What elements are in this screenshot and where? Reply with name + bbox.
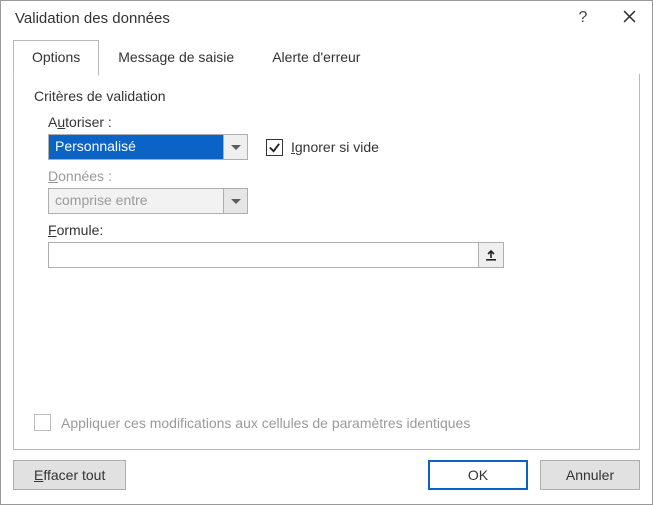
data-dropdown-value: comprise entre xyxy=(49,189,223,213)
chevron-down-icon xyxy=(231,145,241,150)
dialog-title: Validation des données xyxy=(15,10,560,27)
allow-dropdown[interactable]: Personnalisé xyxy=(48,134,248,160)
data-dropdown-arrow xyxy=(223,189,247,213)
tab-panel-options: Critères de validation Autoriser : Perso… xyxy=(13,74,640,450)
data-validation-dialog: Validation des données ? Options Message… xyxy=(0,0,653,505)
apply-same-label: Appliquer ces modifications aux cellules… xyxy=(61,415,470,431)
check-icon xyxy=(268,141,281,154)
allow-dropdown-value: Personnalisé xyxy=(49,135,223,159)
allow-dropdown-arrow[interactable] xyxy=(223,135,247,159)
close-button[interactable] xyxy=(606,10,652,27)
tab-error-alert[interactable]: Alerte d'erreur xyxy=(253,40,379,76)
ignore-blank-label: Ignorer si vide xyxy=(291,139,379,155)
ignore-blank-checkbox[interactable]: Ignorer si vide xyxy=(266,139,379,156)
data-label: Données : xyxy=(48,168,619,184)
formula-input[interactable] xyxy=(48,242,479,268)
checkbox-box xyxy=(34,414,51,431)
tab-strip: Options Message de saisie Alerte d'erreu… xyxy=(1,39,652,75)
formula-label: Formule: xyxy=(48,222,619,238)
tab-input-message[interactable]: Message de saisie xyxy=(99,40,253,76)
dialog-footer: Effacer tout OK Annuler xyxy=(1,450,652,504)
close-icon xyxy=(623,10,636,23)
range-selector-button[interactable] xyxy=(478,242,504,268)
checkbox-box xyxy=(266,139,283,156)
tab-options[interactable]: Options xyxy=(13,40,99,76)
clear-all-button[interactable]: Effacer tout xyxy=(13,460,126,490)
section-title-criteria: Critères de validation xyxy=(34,88,619,104)
help-button[interactable]: ? xyxy=(560,9,606,27)
chevron-down-icon xyxy=(231,199,241,204)
data-dropdown: comprise entre xyxy=(48,188,248,214)
apply-same-checkbox: Appliquer ces modifications aux cellules… xyxy=(34,414,619,431)
collapse-dialog-icon xyxy=(484,248,498,262)
allow-label: Autoriser : xyxy=(48,114,619,130)
titlebar: Validation des données ? xyxy=(1,1,652,35)
ok-button[interactable]: OK xyxy=(428,460,528,490)
cancel-button[interactable]: Annuler xyxy=(540,460,640,490)
